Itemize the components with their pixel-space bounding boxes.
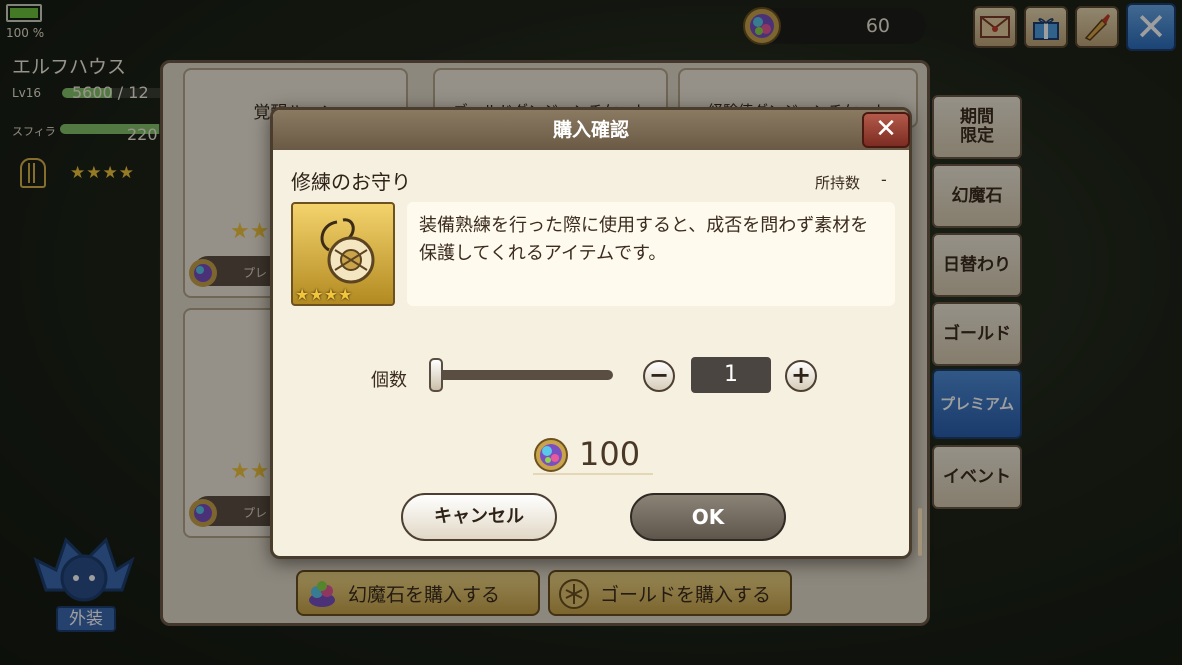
owned-count-value: - [881, 170, 887, 189]
minus-icon: − [648, 361, 670, 389]
amulet-icon [320, 218, 375, 284]
close-icon: ✕ [875, 114, 897, 144]
quantity-slider-handle[interactable] [429, 358, 443, 392]
plus-icon: + [790, 361, 812, 389]
total-price-value: 100 [579, 435, 641, 473]
quantity-value: 1 [691, 357, 771, 393]
owned-count-label: 所持数 [815, 174, 861, 192]
cancel-button[interactable]: キャンセル [401, 493, 557, 541]
quantity-label: 個数 [371, 370, 407, 391]
item-icon-frame: ★★★★ [291, 202, 395, 306]
dialog-title: 購入確認 [273, 110, 909, 150]
increase-quantity-button[interactable]: + [785, 360, 817, 392]
item-stars: ★★★★ [295, 285, 353, 304]
item-name: 修練のお守り [291, 170, 411, 194]
purchase-confirm-dialog: 購入確認 ✕ 修練のお守り 所持数 - ★★★★ 装備熟練を行った際に使用すると… [270, 107, 922, 559]
item-description: 装備熟練を行った際に使用すると、成否を問わず素材を保護してくれるアイテムです。 [407, 202, 895, 306]
dialog-scrollbar[interactable] [918, 508, 922, 556]
ok-button[interactable]: OK [630, 493, 786, 541]
total-price: 100 [533, 435, 653, 475]
quantity-slider[interactable] [429, 358, 613, 392]
gem-icon [534, 438, 568, 472]
decrease-quantity-button[interactable]: − [643, 360, 675, 392]
dialog-close-button[interactable]: ✕ [862, 112, 910, 148]
